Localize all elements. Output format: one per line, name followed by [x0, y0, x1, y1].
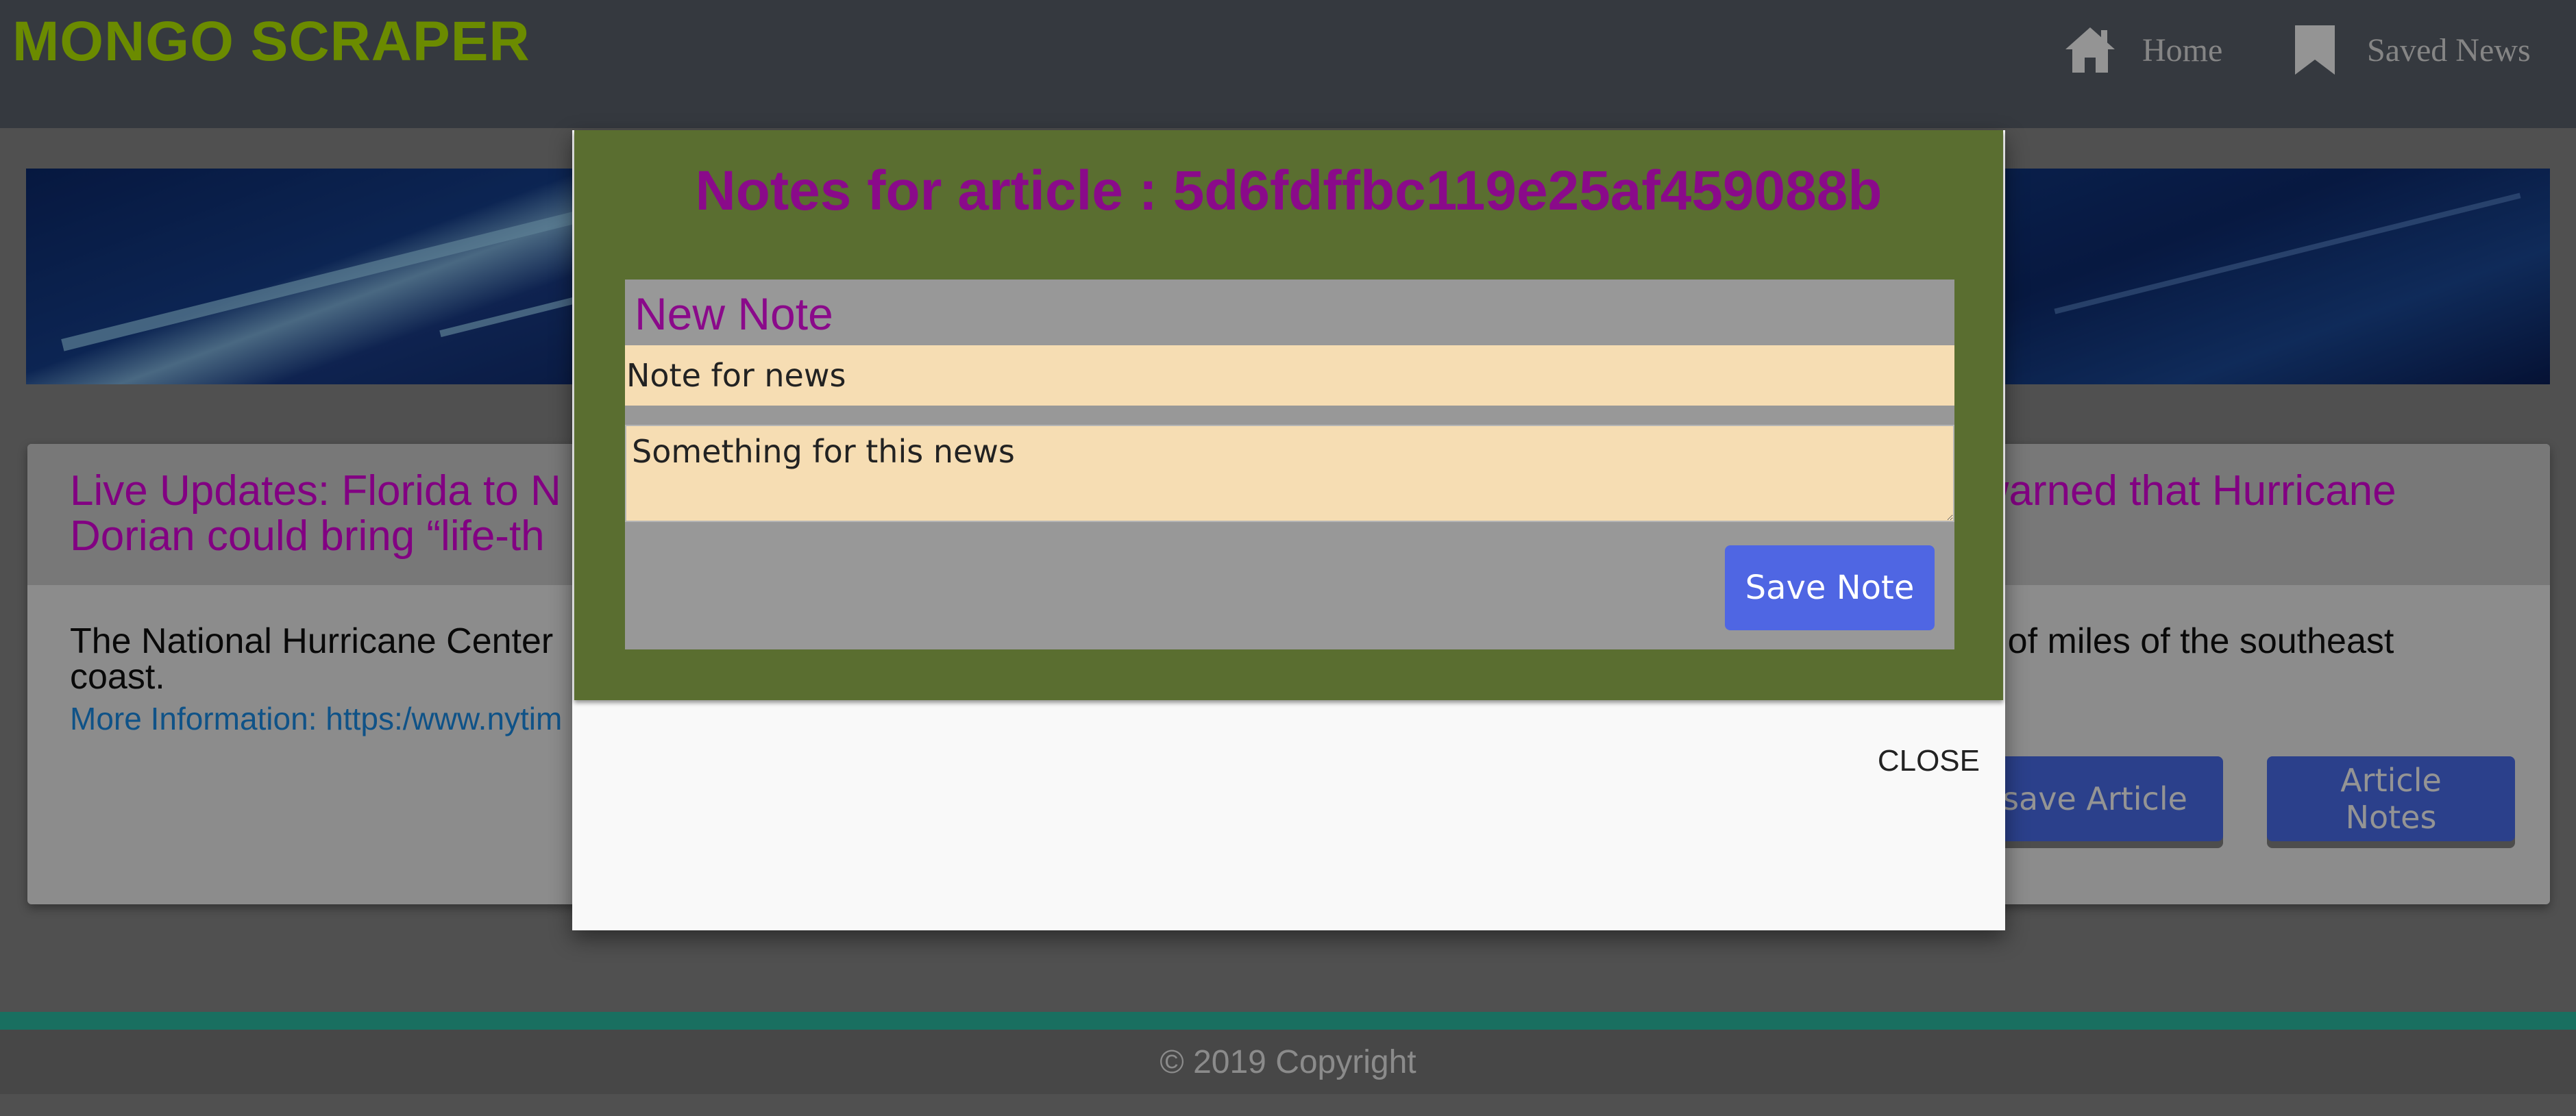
save-note-button[interactable]: Save Note	[1725, 545, 1935, 630]
notes-modal: Notes for article : 5d6fdffbc119e25af459…	[572, 130, 2005, 930]
new-note-heading: New Note	[635, 288, 833, 339]
note-title-input[interactable]	[625, 345, 1954, 406]
close-button[interactable]: CLOSE	[1861, 739, 1984, 784]
note-body-textarea[interactable]: Something for this news	[625, 425, 1954, 522]
notes-modal-content: Notes for article : 5d6fdffbc119e25af459…	[574, 130, 2003, 700]
new-note-form: New Note Something for this news Save No…	[625, 280, 1954, 649]
modal-title: Notes for article : 5d6fdffbc119e25af459…	[695, 160, 1882, 222]
